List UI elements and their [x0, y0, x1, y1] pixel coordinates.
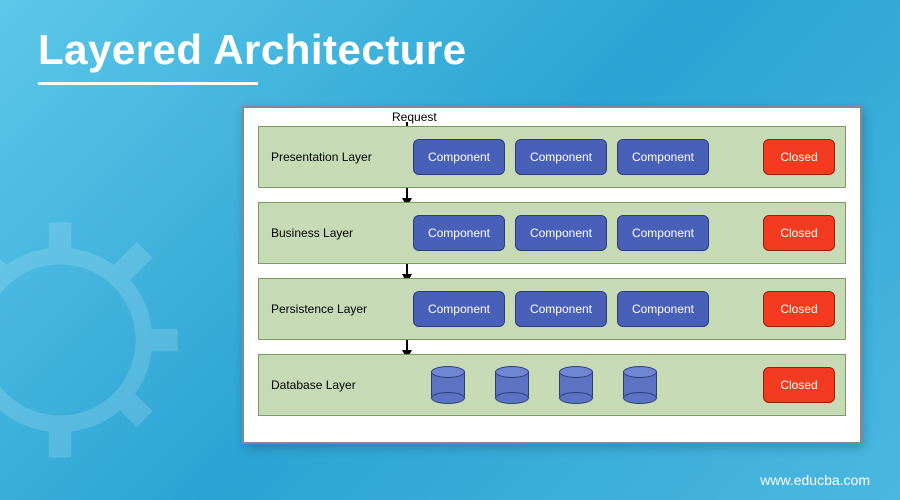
architecture-diagram: Request Presentation Layer Component Com… — [242, 106, 862, 444]
database-icon — [559, 366, 593, 404]
footer-url: www.educba.com — [760, 472, 870, 488]
component-group: Component Component Component — [413, 291, 751, 327]
component-box: Component — [515, 139, 607, 175]
component-box: Component — [413, 139, 505, 175]
layer-label: Database Layer — [269, 378, 387, 392]
component-box: Component — [413, 291, 505, 327]
layer-business: Business Layer Component Component Compo… — [258, 202, 846, 264]
component-box: Component — [515, 215, 607, 251]
request-label: Request — [392, 110, 437, 124]
component-box: Component — [515, 291, 607, 327]
closed-badge: Closed — [763, 291, 835, 327]
component-box: Component — [617, 215, 709, 251]
closed-badge: Closed — [763, 139, 835, 175]
background-gear-decoration — [0, 200, 200, 480]
database-group — [413, 366, 751, 404]
component-group: Component Component Component — [413, 215, 751, 251]
component-group: Component Component Component — [413, 139, 751, 175]
component-box: Component — [413, 215, 505, 251]
layer-label: Presentation Layer — [269, 150, 387, 164]
closed-badge: Closed — [763, 367, 835, 403]
layer-label: Business Layer — [269, 226, 387, 240]
database-icon — [431, 366, 465, 404]
database-icon — [623, 366, 657, 404]
layer-presentation: Presentation Layer Component Component C… — [258, 126, 846, 188]
component-box: Component — [617, 139, 709, 175]
closed-badge: Closed — [763, 215, 835, 251]
layer-label: Persistence Layer — [269, 302, 387, 316]
layer-persistence: Persistence Layer Component Component Co… — [258, 278, 846, 340]
title-underline — [38, 82, 258, 85]
database-icon — [495, 366, 529, 404]
component-box: Component — [617, 291, 709, 327]
page-title: Layered Architecture — [38, 26, 467, 74]
layer-database: Database Layer Closed — [258, 354, 846, 416]
